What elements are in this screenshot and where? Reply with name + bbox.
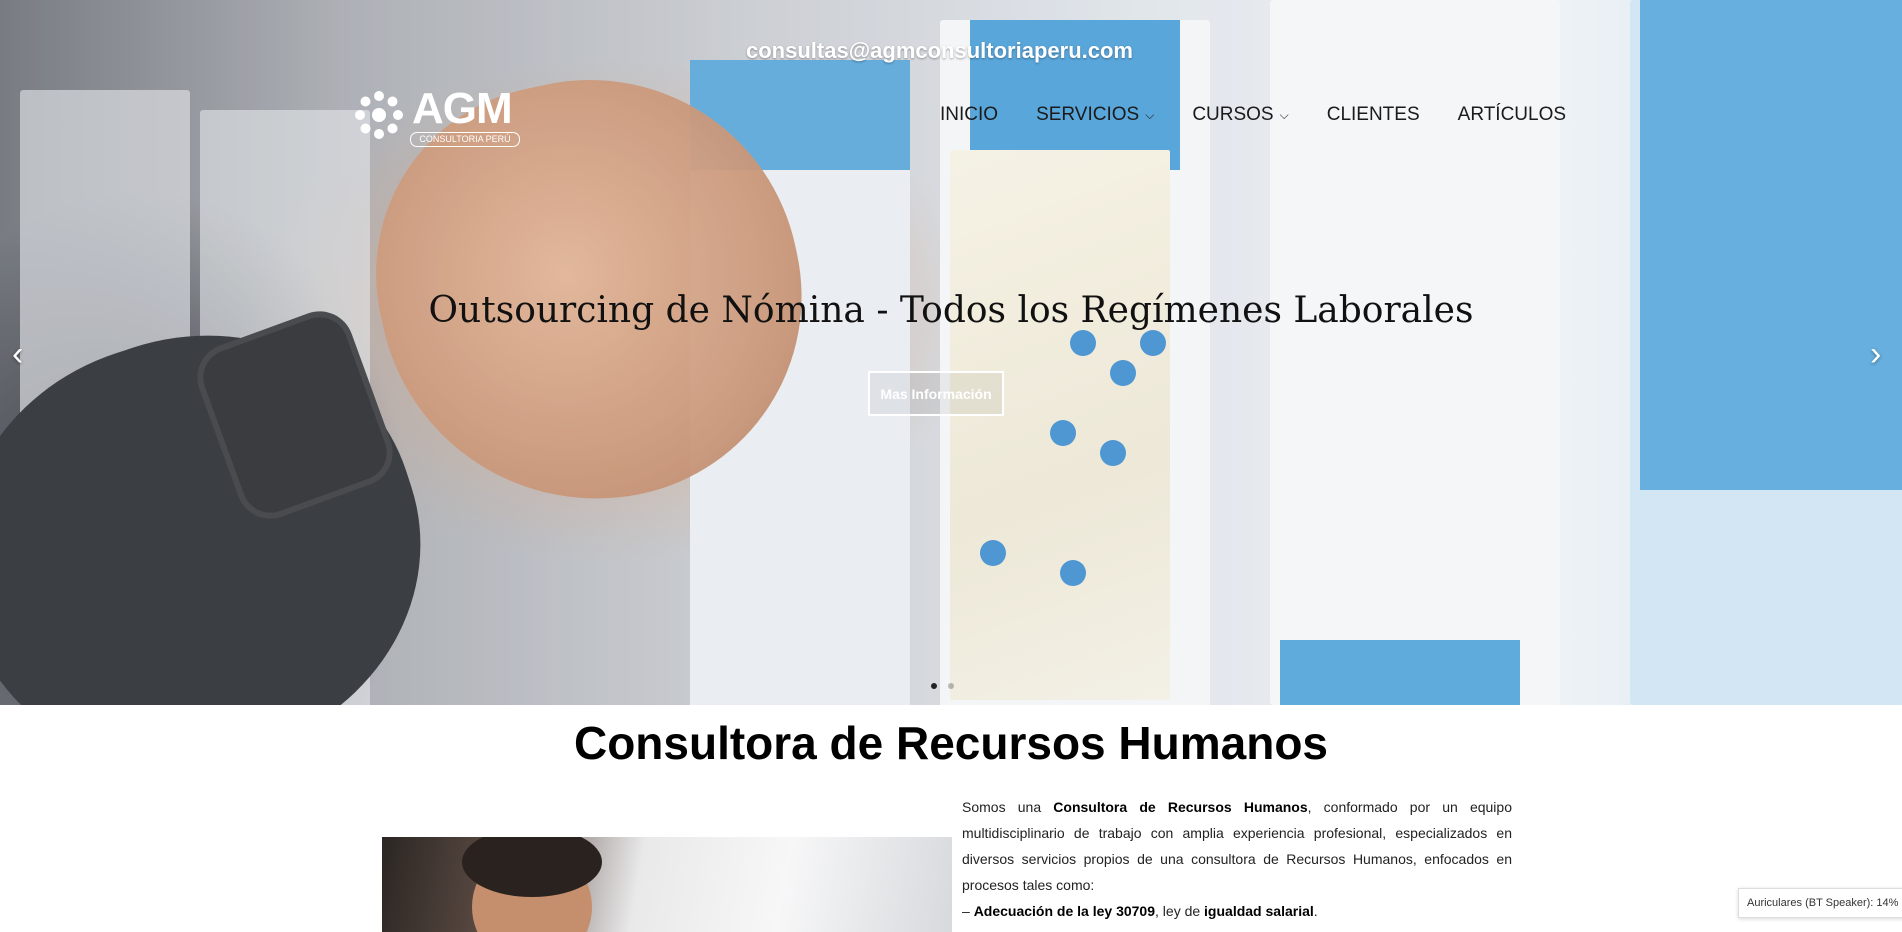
hero-title: Outsourcing de Nómina - Todos los Regíme… [428,290,1474,331]
logo-text: AGM [412,84,513,133]
nav-item-label: CLIENTES [1326,104,1420,125]
nav-item-clientes[interactable]: CLIENTES [1327,104,1420,126]
nav-item-label: CURSOS [1192,104,1274,125]
system-toast: Auriculares (BT Speaker): 14% [1738,888,1902,918]
slider-pagination [931,683,954,689]
logo[interactable]: AGM CONSULTORIA PERÚ [352,84,522,147]
slider-dot[interactable] [948,683,954,689]
nav-item-label: SERVICIOS [1036,104,1140,125]
nav-item-articulos[interactable]: ARTÍCULOS [1458,104,1566,126]
slider-dot[interactable] [931,683,937,689]
nav-item-label: ARTÍCULOS [1457,104,1567,125]
chevron-down-icon: ⌵ [1145,107,1155,122]
header-email[interactable]: consultas@agmconsultoriaperu.com [746,38,1133,64]
hero-slider: consultas@agmconsultoriaperu.com AGM CON… [0,0,1902,705]
intro-text: Somos una Consultora de Recursos Humanos… [962,794,1512,924]
intro-paragraph: Somos una Consultora de Recursos Humanos… [962,799,1512,893]
chevron-down-icon: ⌵ [1279,107,1289,122]
nav-item-cursos[interactable]: CURSOS ⌵ [1192,104,1288,126]
section-title: Consultora de Recursos Humanos [573,717,1329,769]
chevron-left-icon[interactable]: ‹ [12,335,23,374]
logo-icon [355,91,403,139]
chevron-right-icon[interactable]: › [1870,335,1881,374]
logo-subtitle: CONSULTORIA PERÚ [410,132,520,147]
main-nav: INICIO SERVICIOS ⌵ CURSOS ⌵ CLIENTES ART… [940,104,1566,126]
nav-item-servicios[interactable]: SERVICIOS ⌵ [1036,104,1154,126]
nav-item-inicio[interactable]: INICIO [940,104,998,126]
content-image [382,837,952,932]
nav-item-label: INICIO [940,104,999,125]
more-info-button[interactable]: Mas Información [868,371,1004,416]
intro-bullet: – Adecuación de la ley 30709, ley de igu… [962,903,1318,919]
